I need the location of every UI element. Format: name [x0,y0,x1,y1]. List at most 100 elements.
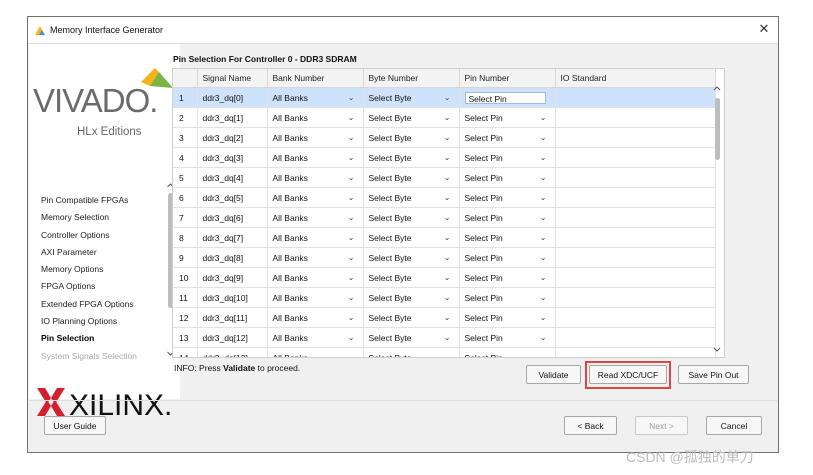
bank-number-dropdown[interactable]: All Banks ⌄ [273,93,362,103]
pin-number-dropdown[interactable]: Select Pin ⌄ [465,353,554,358]
chevron-down-icon: ⌄ [443,353,451,358]
bank-number-dropdown[interactable]: All Banks ⌄ [273,333,362,343]
pin-number-editor[interactable]: Select Pin [464,91,546,104]
pin-number-dropdown[interactable]: Select Pin ⌄ [465,173,554,183]
io-standard-cell[interactable] [555,127,716,148]
validate-button[interactable]: Validate [526,365,581,384]
close-button[interactable]: ✕ [756,21,772,37]
byte-number-dropdown[interactable]: Select Byte ⌄ [369,113,458,123]
pin-number-dropdown[interactable]: Select Pin ⌄ [465,233,554,243]
nav-item-extended-fpga-options[interactable]: Extended FPGA Options [41,296,161,313]
back-button[interactable]: < Back [564,416,617,435]
byte-number-dropdown[interactable]: Select Byte ⌄ [369,313,458,323]
cancel-button[interactable]: Cancel [706,416,762,435]
col-header-io-standard[interactable]: IO Standard [555,69,716,88]
table-scrollbar[interactable] [712,84,722,356]
byte-number-dropdown[interactable]: Select Byte ⌄ [369,333,458,343]
io-standard-cell[interactable] [555,307,716,328]
table-row[interactable]: 5 ddr3_dq[4] All Banks ⌄ Select Byte ⌄ Select … [173,167,716,188]
bank-number-dropdown[interactable]: All Banks ⌄ [273,233,362,243]
nav-item-system-signals-selection[interactable]: System Signals Selection [41,348,161,365]
nav-item-memory-options[interactable]: Memory Options [41,261,161,278]
byte-number-dropdown[interactable]: Select Byte ⌄ [369,353,458,358]
io-standard-cell[interactable] [555,87,716,108]
col-header-pin-number[interactable]: Pin Number [459,69,556,88]
table-row[interactable]: 8 ddr3_dq[7] All Banks ⌄ Select Byte ⌄ Select … [173,227,716,248]
table-row[interactable]: 2 ddr3_dq[1] All Banks ⌄ Select Byte ⌄ Select … [173,107,716,128]
io-standard-cell[interactable] [555,267,716,288]
table-row[interactable]: 14 ddr3_dq[13] All Banks ⌄ Select Byte ⌄ Selec… [173,347,716,358]
byte-number-dropdown[interactable]: Select Byte ⌄ [369,233,458,243]
bank-number-dropdown-value: All Banks [272,112,308,123]
pin-number-dropdown-value: Select Pin [464,312,503,323]
pin-selection-table: Signal Name Bank Number Byte Number Pin … [172,68,725,358]
table-row[interactable]: 12 ddr3_dq[11] All Banks ⌄ Select Byte ⌄ Selec… [173,307,716,328]
nav-item-axi-parameter[interactable]: AXI Parameter [41,244,161,261]
io-standard-cell[interactable] [555,167,716,188]
pin-number-dropdown[interactable]: Select Pin ⌄ [465,273,554,283]
pin-number-dropdown[interactable]: Select Pin ⌄ [465,293,554,303]
table-row[interactable]: 10 ddr3_dq[9] All Banks ⌄ Select Byte ⌄ Select… [173,267,716,288]
io-standard-cell[interactable] [555,187,716,208]
bank-number-dropdown[interactable]: All Banks ⌄ [273,313,362,323]
byte-number-dropdown[interactable]: Select Byte ⌄ [369,153,458,163]
pin-number-dropdown[interactable]: Select Pin ⌄ [465,133,554,143]
nav-item-controller-options[interactable]: Controller Options [41,227,161,244]
io-standard-cell[interactable] [555,107,716,128]
col-header-signal-name[interactable]: Signal Name [197,69,268,88]
table-row[interactable]: 11 ddr3_dq[10] All Banks ⌄ Select Byte ⌄ Selec… [173,287,716,308]
table-row[interactable]: 6 ddr3_dq[5] All Banks ⌄ Select Byte ⌄ Select … [173,187,716,208]
io-standard-cell[interactable] [555,227,716,248]
pin-number-dropdown-value: Select Pin [464,212,503,223]
io-standard-cell[interactable] [555,347,716,357]
bank-number-dropdown[interactable]: All Banks ⌄ [273,193,362,203]
table-row[interactable]: 4 ddr3_dq[3] All Banks ⌄ Select Byte ⌄ Select … [173,147,716,168]
table-row[interactable]: 7 ddr3_dq[6] All Banks ⌄ Select Byte ⌄ Select … [173,207,716,228]
pin-number-dropdown[interactable]: Select Pin ⌄ [465,153,554,163]
user-guide-button[interactable]: User Guide [44,416,106,435]
table-row[interactable]: 1 ddr3_dq[0] All Banks ⌄ Select Byte ⌄ Select … [173,87,716,108]
chevron-down-icon: ⌄ [443,113,451,122]
pin-number-dropdown[interactable]: Select Pin ⌄ [465,193,554,203]
io-standard-cell[interactable] [555,247,716,268]
pin-number-dropdown[interactable]: Select Pin ⌄ [465,253,554,263]
save-pin-out-button[interactable]: Save Pin Out [678,365,749,384]
pin-number-dropdown[interactable]: Select Pin ⌄ [465,213,554,223]
chevron-down-icon: ⌄ [347,213,355,222]
bank-number-dropdown-value: All Banks [272,332,308,343]
io-standard-cell[interactable] [555,327,716,348]
table-row[interactable]: 13 ddr3_dq[12] All Banks ⌄ Select Byte ⌄ Selec… [173,327,716,348]
byte-number-dropdown[interactable]: Select Byte ⌄ [369,193,458,203]
bank-number-dropdown[interactable]: All Banks ⌄ [273,113,362,123]
col-header-bank-number[interactable]: Bank Number [267,69,364,88]
bank-number-dropdown[interactable]: All Banks ⌄ [273,153,362,163]
bank-number-dropdown[interactable]: All Banks ⌄ [273,353,362,358]
pin-number-dropdown[interactable]: Select Pin ⌄ [465,333,554,343]
bank-number-dropdown[interactable]: All Banks ⌄ [273,213,362,223]
nav-item-pin-selection[interactable]: Pin Selection [41,330,161,347]
nav-item-memory-selection[interactable]: Memory Selection [41,209,161,226]
byte-number-dropdown[interactable]: Select Byte ⌄ [369,173,458,183]
table-row[interactable]: 9 ddr3_dq[8] All Banks ⌄ Select Byte ⌄ Select … [173,247,716,268]
pin-number-dropdown[interactable]: Select Pin ⌄ [465,313,554,323]
byte-number-dropdown[interactable]: Select Byte ⌄ [369,293,458,303]
bank-number-dropdown[interactable]: All Banks ⌄ [273,293,362,303]
bank-number-dropdown[interactable]: All Banks ⌄ [273,253,362,263]
io-standard-cell[interactable] [555,147,716,168]
io-standard-cell[interactable] [555,287,716,308]
col-header-byte-number[interactable]: Byte Number [363,69,460,88]
table-row[interactable]: 3 ddr3_dq[2] All Banks ⌄ Select Byte ⌄ Select … [173,127,716,148]
pin-number-dropdown[interactable]: Select Pin ⌄ [465,113,554,123]
byte-number-dropdown[interactable]: Select Byte ⌄ [369,133,458,143]
nav-item-fpga-options[interactable]: FPGA Options [41,278,161,295]
bank-number-dropdown[interactable]: All Banks ⌄ [273,133,362,143]
byte-number-dropdown[interactable]: Select Byte ⌄ [369,273,458,283]
bank-number-dropdown[interactable]: All Banks ⌄ [273,273,362,283]
byte-number-dropdown[interactable]: Select Byte ⌄ [369,93,458,103]
io-standard-cell[interactable] [555,207,716,228]
bank-number-dropdown[interactable]: All Banks ⌄ [273,173,362,183]
byte-number-dropdown[interactable]: Select Byte ⌄ [369,253,458,263]
byte-number-dropdown[interactable]: Select Byte ⌄ [369,213,458,223]
nav-item-pin-compatible-fpgas[interactable]: Pin Compatible FPGAs [41,192,161,209]
nav-item-io-planning-options[interactable]: IO Planning Options [41,313,161,330]
